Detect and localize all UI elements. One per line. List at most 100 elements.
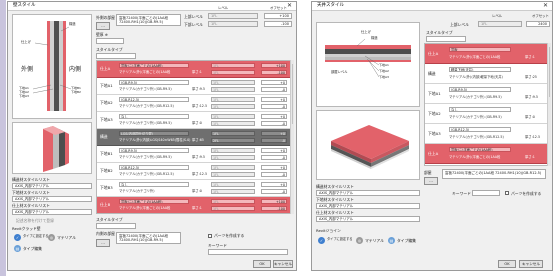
finish-style-label: 仕上材スタイルリスト (12, 203, 50, 208)
layer-material-select[interactable]: (GB-R12.5) (119, 165, 189, 170)
layer-level-bottom[interactable]: 2FL (211, 138, 255, 143)
structure-style-select[interactable]: AXIS_内部マテリアル (12, 183, 92, 189)
material-button[interactable]: マテリアル (57, 236, 76, 240)
layer-material-select[interactable]: なし (119, 114, 189, 119)
outside-room-value[interactable]: 富板72400(平面ごとの)1AA段 72400-RH1(10)(GB-R9.5… (116, 14, 181, 26)
top-level-select[interactable]: 1FL (478, 21, 522, 27)
type-edit-icon[interactable]: ▤ (14, 245, 21, 252)
layer-offset-top[interactable]: +100 (261, 63, 287, 68)
layer-offset-top[interactable]: +0 (261, 97, 287, 102)
base-style-select[interactable]: AXIS_内部マテリアル (12, 196, 92, 202)
layer-level-top[interactable]: 1FL (211, 182, 255, 187)
finish-style-select[interactable]: AXIS_内部マテリアル (316, 216, 420, 222)
layer-offset-bottom[interactable]: -0 (261, 121, 287, 126)
ok-button[interactable]: OK (498, 260, 516, 268)
layer-material-select[interactable]: 富板(ニ)平面ごとの(1AA段) (119, 199, 189, 204)
layer-offset-bottom[interactable]: -0 (261, 138, 287, 143)
layer-level-top[interactable]: 1FL (211, 80, 255, 85)
layer-level-top[interactable]: 1FL (211, 148, 255, 153)
cancel-button[interactable]: キャンセル (273, 260, 293, 268)
create-parts-checkbox[interactable] (505, 191, 509, 195)
layer-thickness: 厚さ:0 (192, 121, 202, 125)
layer-offset-bottom[interactable]: -0 (261, 172, 287, 177)
layer-material-select[interactable]: (GB-R9.5) (119, 148, 189, 153)
close-icon[interactable]: ✕ (543, 3, 548, 9)
ok-button[interactable]: OK (253, 260, 271, 268)
inside-room-set-button[interactable]: … (96, 239, 110, 247)
layer-level-bottom[interactable]: 1FL (211, 189, 255, 194)
layer-material-select[interactable]: 富板 (449, 47, 511, 52)
layer-level-bottom[interactable]: 1FL (211, 206, 255, 211)
keyword-input[interactable] (472, 190, 500, 196)
layer-material-select[interactable]: なし (449, 107, 511, 112)
layer-level-bottom[interactable]: 1FL (211, 87, 255, 92)
material-button[interactable]: マテリアル (365, 239, 384, 243)
layer-level-bottom[interactable]: 1FL (211, 155, 255, 160)
layer-level-top[interactable]: 1FL (211, 131, 255, 136)
bottom-level-select[interactable]: 1FL (208, 21, 258, 27)
layer-offset-top[interactable]: +0 (261, 182, 287, 187)
outside-room-set-button[interactable]: … (96, 22, 110, 30)
top-offset-input[interactable]: 2400 (526, 21, 550, 27)
layer-level-bottom[interactable]: 1FL (211, 104, 255, 109)
style-type-select[interactable] (426, 36, 466, 42)
layer-material-select[interactable]: 富板(ニ)平面ごとの(1AA段) (449, 147, 511, 152)
type-check-icon[interactable]: ✓ (318, 237, 325, 244)
top-offset-input[interactable]: +100 (264, 13, 292, 19)
keyword-input[interactable] (208, 249, 288, 255)
layer-material-select[interactable]: LGS(内部間仕切り壁) (119, 131, 189, 136)
base-style-select[interactable]: AXIS_内部マテリアル (316, 203, 420, 209)
layer-material-select[interactable]: (GB-R9.5) (119, 80, 189, 85)
layer-material-select[interactable]: (GB-R12.5) (449, 127, 511, 132)
type-check-icon[interactable]: ✓ (14, 234, 21, 241)
layer-level-top[interactable]: 1FL (211, 63, 255, 68)
layer-offset-top[interactable]: +0 (261, 80, 287, 85)
layer-offset-bottom[interactable]: -0 (261, 87, 287, 92)
type-edit-button[interactable]: タイプ編集 (23, 247, 42, 251)
inside-room-value[interactable]: 富板72400(平面ごとの)1AA段 72400-RH1(10)(GB-R9.5… (116, 232, 181, 244)
layer-material-select[interactable]: なし (119, 182, 189, 187)
material-icon[interactable]: ◎ (356, 237, 363, 244)
layer-material-select[interactable]: (GB-R12.5) (119, 97, 189, 102)
material-icon[interactable]: ◎ (48, 234, 55, 241)
wall-thickness-input[interactable] (96, 38, 124, 44)
style-type-select[interactable] (96, 53, 136, 59)
layer-material-select[interactable]: 富板(ニ)平面ごとの(1AA段) (119, 63, 189, 68)
type-check-label[interactable]: タイプに設定する (23, 234, 49, 238)
type-edit-button[interactable]: タイプ編集 (397, 239, 416, 243)
layer-level-bottom[interactable]: 1FL (211, 70, 255, 75)
structure-style-select[interactable]: AXIS_内部マテリアル (316, 190, 420, 196)
type-edit-icon[interactable]: ▤ (388, 237, 395, 244)
layer-level-top[interactable]: 1FL (211, 114, 255, 119)
layer-offset-top[interactable]: +0 (261, 114, 287, 119)
layer-level-bottom[interactable]: 1FL (211, 172, 255, 177)
bottom-offset-input[interactable]: -100 (264, 21, 292, 27)
layer-level-top[interactable]: 1FL (211, 199, 255, 204)
layer-offset-top[interactable]: +0 (261, 165, 287, 170)
layer-material-select[interactable]: (GB-R9.5) (449, 87, 511, 92)
top-level-select[interactable]: 1FL (208, 13, 258, 19)
layer-level-top[interactable]: 1FL (211, 97, 255, 102)
layer-offset-top[interactable]: +0 (261, 131, 287, 136)
create-parts-checkbox[interactable] (208, 234, 212, 238)
layer-offset-bottom[interactable]: -100 (261, 70, 287, 75)
layer-offset-bottom[interactable]: -0 (261, 155, 287, 160)
layer-table-scrollbar[interactable] (290, 60, 294, 214)
room-set-button[interactable]: … (424, 177, 438, 185)
layer-offset-bottom[interactable]: -0 (261, 189, 287, 194)
finish-style-select[interactable]: AXIS_内部マテリアル (12, 209, 92, 215)
layer-offset-bottom[interactable]: -0 (261, 104, 287, 109)
layer-offset-top[interactable]: +0 (261, 148, 287, 153)
close-icon[interactable]: ✕ (287, 3, 292, 9)
style-type-select-2[interactable] (96, 223, 136, 229)
layer-level-top[interactable]: 1FL (211, 165, 255, 170)
room-value[interactable]: 富板72400(平面ごとの)1AA段 72400-RH1(10)(GB-R12.… (442, 169, 546, 179)
layer-material-select[interactable]: 軽量下地(天井) (449, 67, 511, 72)
layer-table: 仕上A 富板 マテリアル(外)(平面ごとの)1AA段 厚さ:1 構造 軽量下地(天井) マテ… (424, 43, 548, 166)
cancel-button[interactable]: キャンセル (519, 260, 543, 268)
layer-level-bottom[interactable]: 1FL (211, 121, 255, 126)
type-check-label[interactable]: タイプに設定する (327, 237, 353, 241)
layer-table-scrollbar[interactable] (547, 43, 551, 166)
layer-offset-bottom[interactable]: -100 (261, 206, 287, 211)
layer-offset-top[interactable]: +100 (261, 199, 287, 204)
